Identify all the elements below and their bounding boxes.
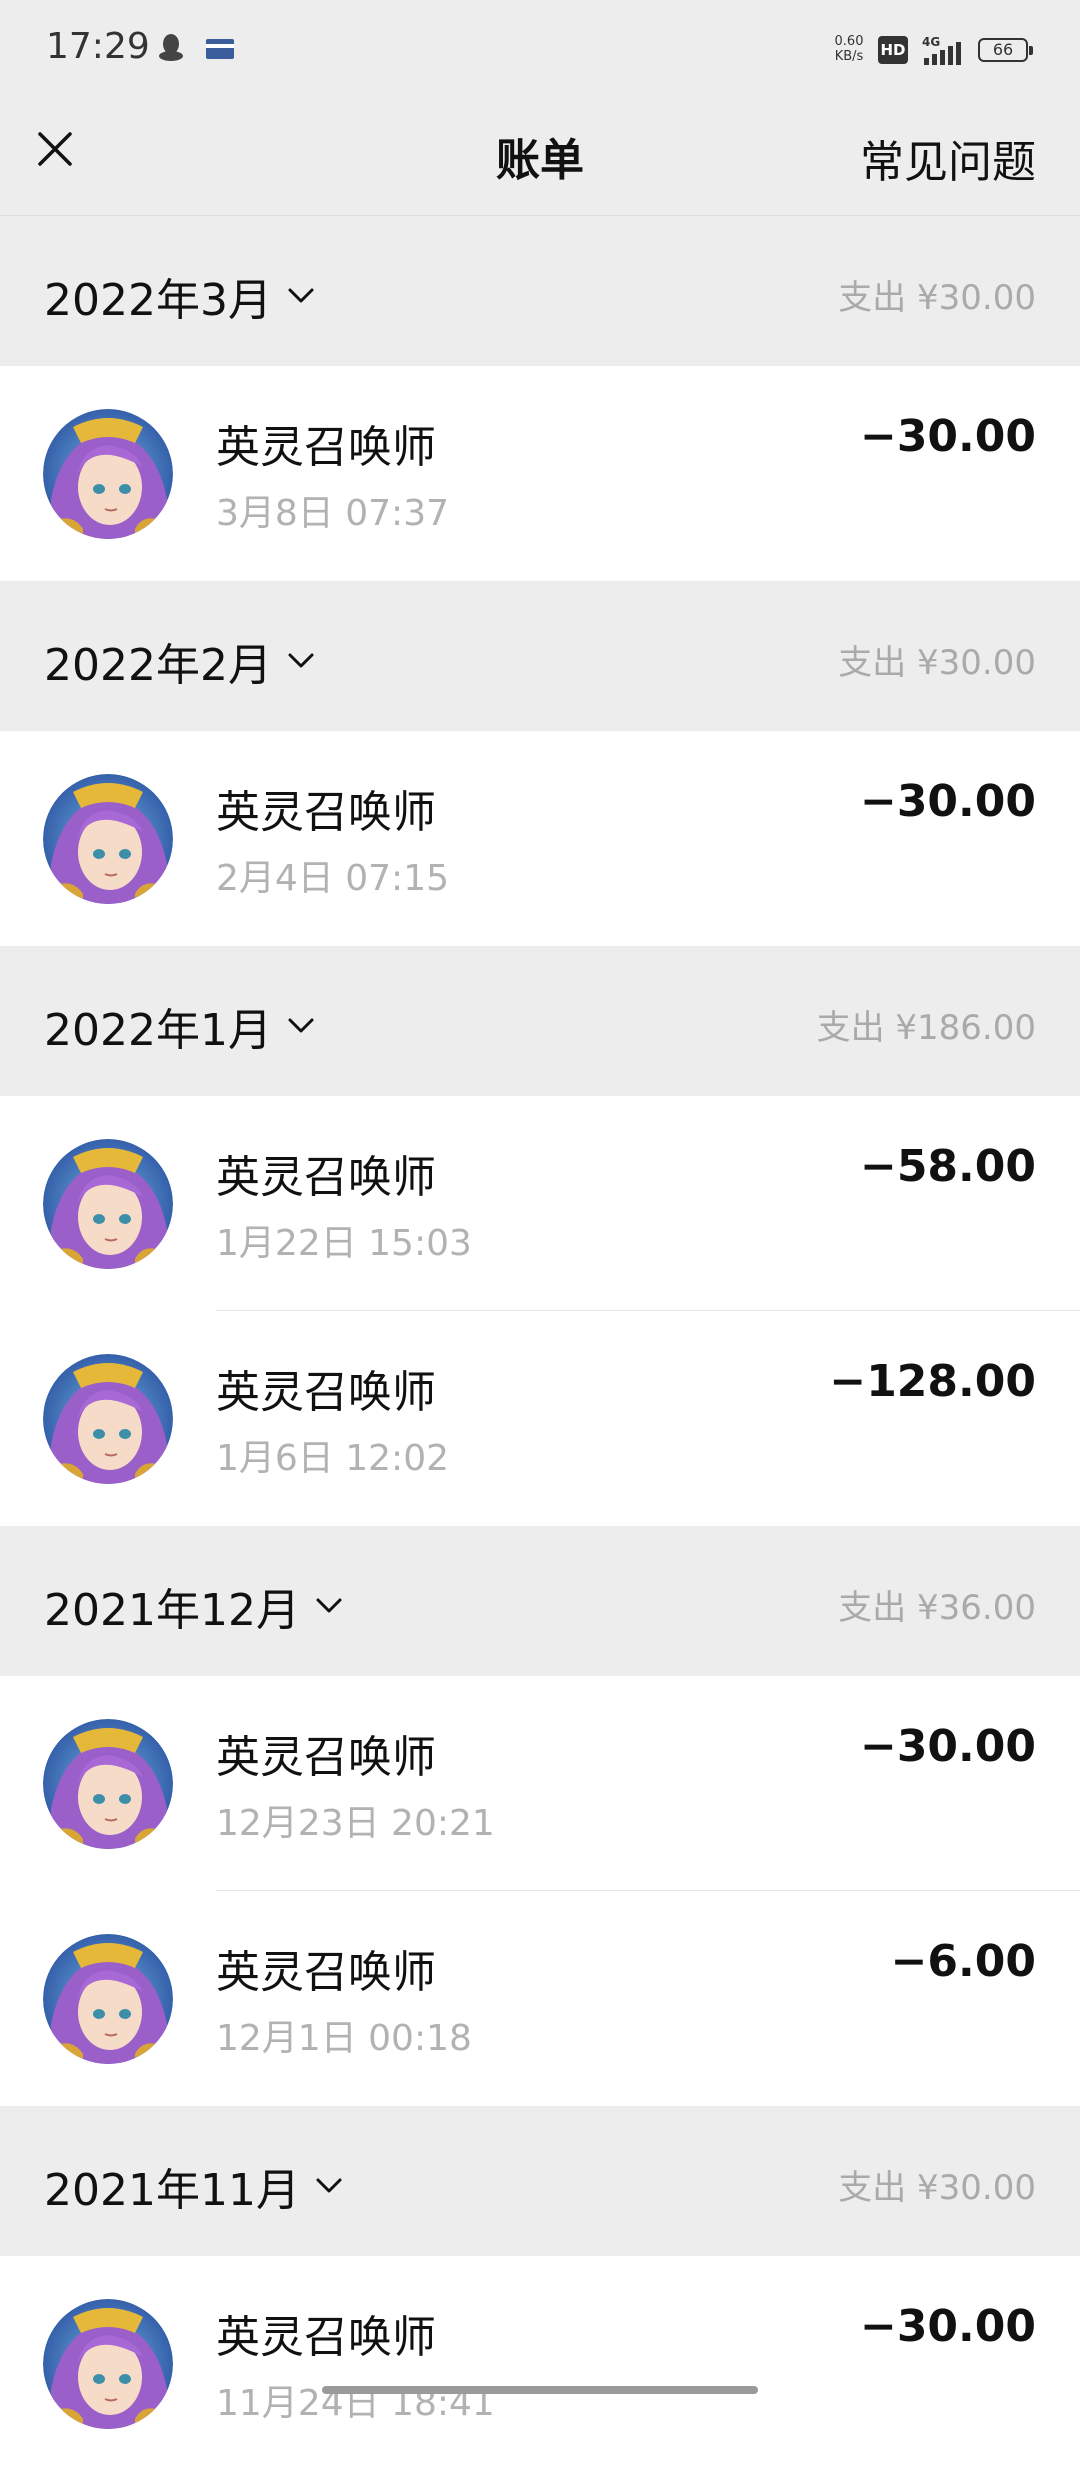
month-expense-total: 支出 ¥30.00: [838, 2168, 1036, 2208]
month-label-text: 2021年11月: [44, 2165, 300, 2216]
hd-icon: HD: [878, 36, 908, 64]
transaction-time: 11月24日 18:41: [216, 2383, 495, 2424]
signal-4g-icon: 4G: [922, 35, 961, 65]
transaction-row[interactable]: 英灵召唤师 3月8日 07:37 −30.00: [0, 366, 1080, 581]
status-bar: 17:29 0.60 KB/s HD 4G 66: [0, 0, 1080, 98]
merchant-name: 英灵召唤师: [216, 1732, 436, 1783]
merchant-avatar: [43, 409, 173, 539]
chevron-down-icon: [288, 653, 314, 668]
transaction-row[interactable]: 英灵召唤师 1月22日 15:03 −58.00: [0, 1096, 1080, 1311]
month-expense-total: 支出 ¥30.00: [838, 278, 1036, 318]
merchant-avatar: [43, 774, 173, 904]
transaction-row[interactable]: 英灵召唤师 12月1日 00:18 −6.00: [0, 1891, 1080, 2106]
merchant-name: 英灵召唤师: [216, 422, 436, 473]
merchant-avatar: [43, 1719, 173, 1849]
transaction-time: 12月23日 20:21: [216, 1803, 495, 1844]
month-expense-total: 支出 ¥36.00: [838, 1588, 1036, 1628]
merchant-name: 英灵召唤师: [216, 1367, 436, 1418]
qq-notification-icon: [159, 34, 183, 61]
faq-link[interactable]: 常见问题: [860, 126, 1036, 190]
transaction-row[interactable]: 英灵召唤师 12月23日 20:21 −30.00: [0, 1676, 1080, 1891]
card-notification-icon: [206, 39, 234, 59]
transaction-row[interactable]: 英灵召唤师 1月6日 12:02 −128.00: [0, 1311, 1080, 1526]
transaction-amount: −58.00: [859, 1141, 1036, 1192]
chevron-down-icon: [316, 1598, 342, 1613]
transaction-amount: −30.00: [859, 776, 1036, 827]
status-time: 17:29: [46, 26, 150, 67]
title-bar: 账单 常见问题: [0, 98, 1080, 216]
transaction-row[interactable]: 英灵召唤师 11月24日 18:41 −30.00: [0, 2256, 1080, 2471]
merchant-name: 英灵召唤师: [216, 2312, 436, 2363]
transaction-time: 12月1日 00:18: [216, 2018, 472, 2059]
svg-text:4G: 4G: [922, 35, 940, 49]
month-selector[interactable]: 2021年11月: [44, 2154, 344, 2218]
month-label-text: 2022年1月: [44, 1005, 272, 1056]
transaction-amount: −30.00: [859, 1721, 1036, 1772]
home-indicator[interactable]: [322, 2386, 758, 2394]
transaction-time: 1月22日 15:03: [216, 1223, 472, 1264]
month-label-text: 2022年3月: [44, 275, 272, 326]
month-selector[interactable]: 2021年12月: [44, 1574, 344, 1638]
transaction-amount: −6.00: [890, 1936, 1036, 1987]
month-header[interactable]: 2021年11月 支出 ¥30.00: [0, 2106, 1080, 2256]
network-speed: 0.60 KB/s: [834, 34, 864, 64]
merchant-name: 英灵召唤师: [216, 1947, 436, 1998]
month-header[interactable]: 2022年2月 支出 ¥30.00: [0, 581, 1080, 731]
month-label-text: 2021年12月: [44, 1585, 300, 1636]
chevron-down-icon: [316, 2178, 342, 2193]
month-selector[interactable]: 2022年2月: [44, 629, 316, 693]
month-selector[interactable]: 2022年3月: [44, 264, 316, 328]
transaction-amount: −30.00: [859, 411, 1036, 462]
transaction-amount: −30.00: [859, 2301, 1036, 2352]
transaction-time: 3月8日 07:37: [216, 493, 449, 534]
transaction-time: 1月6日 12:02: [216, 1438, 449, 1479]
chevron-down-icon: [288, 288, 314, 303]
month-header[interactable]: 2021年12月 支出 ¥36.00: [0, 1526, 1080, 1676]
merchant-name: 英灵召唤师: [216, 1152, 436, 1203]
merchant-name: 英灵召唤师: [216, 787, 436, 838]
merchant-avatar: [43, 1139, 173, 1269]
month-label-text: 2022年2月: [44, 640, 272, 691]
month-expense-total: 支出 ¥186.00: [816, 1008, 1036, 1048]
transaction-row[interactable]: 英灵召唤师 2月4日 07:15 −30.00: [0, 731, 1080, 946]
battery-icon: 66: [978, 38, 1033, 62]
transaction-time: 2月4日 07:15: [216, 858, 449, 899]
merchant-avatar: [43, 1354, 173, 1484]
month-expense-total: 支出 ¥30.00: [838, 643, 1036, 683]
month-header[interactable]: 2022年1月 支出 ¥186.00: [0, 946, 1080, 1096]
merchant-avatar: [43, 1934, 173, 2064]
merchant-avatar: [43, 2299, 173, 2429]
month-selector[interactable]: 2022年1月: [44, 994, 316, 1058]
chevron-down-icon: [288, 1018, 314, 1033]
transaction-amount: −128.00: [829, 1356, 1036, 1407]
month-header[interactable]: 2022年3月 支出 ¥30.00: [0, 216, 1080, 366]
